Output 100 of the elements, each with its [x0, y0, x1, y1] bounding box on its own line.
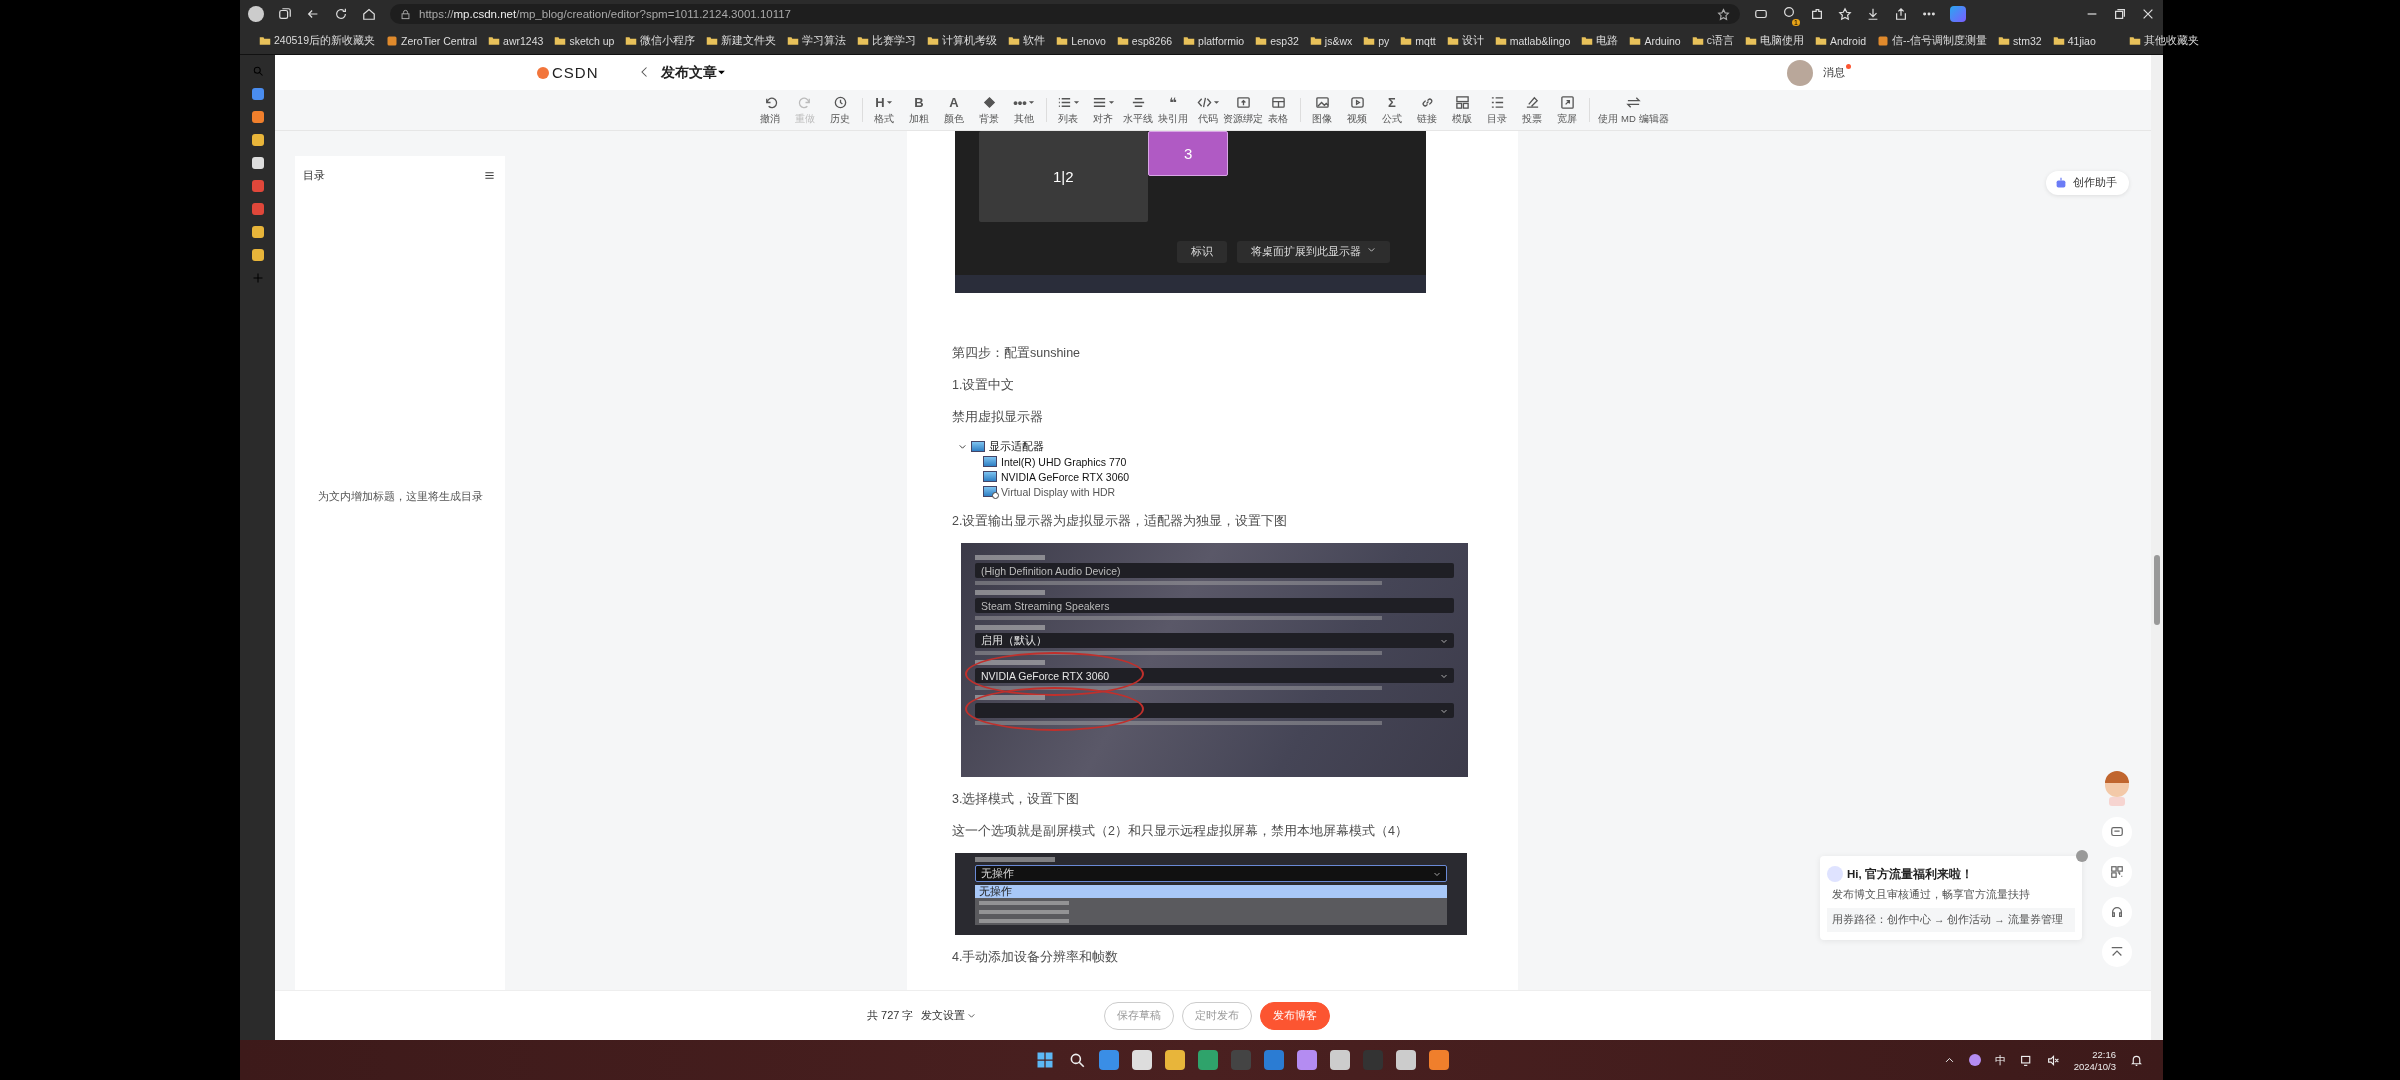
bookmark[interactable]: mqtt: [1400, 35, 1436, 47]
monitor-tile[interactable]: 3: [1148, 131, 1229, 177]
taskbar-app-icon[interactable]: [1198, 1050, 1218, 1070]
chevron-down-icon[interactable]: [958, 442, 967, 451]
bookmark[interactable]: 计算机考级: [927, 34, 998, 48]
logo[interactable]: CSDN: [552, 64, 599, 81]
tree-item[interactable]: Intel(R) UHD Graphics 770: [1001, 455, 1127, 468]
taskbar-app-icon[interactable]: [1330, 1050, 1350, 1070]
scrollbar[interactable]: [2151, 55, 2163, 1040]
toolbar-button[interactable]: H 格式: [866, 94, 902, 126]
bookmark[interactable]: 新建文件夹: [706, 34, 777, 48]
toolbar-button[interactable]: A 颜色: [936, 94, 972, 126]
bookmark[interactable]: js&wx: [1309, 35, 1353, 47]
bookmark[interactable]: 微信小程序: [625, 34, 696, 48]
bookmark[interactable]: 其他收藏夹: [2128, 34, 2199, 48]
toolbar-button[interactable]: 图像: [1304, 94, 1340, 126]
toolbar-button[interactable]: B 加粗: [901, 94, 937, 126]
toolbar-button[interactable]: 宽屏: [1549, 94, 1585, 126]
sidebar-app-icon[interactable]: [251, 134, 264, 146]
refresh-icon: [334, 7, 348, 21]
user-avatar[interactable]: [1787, 59, 1813, 86]
toolbar-button[interactable]: 链接: [1409, 94, 1445, 126]
clock[interactable]: 22:16 2024/10/3: [2073, 1048, 2116, 1072]
taskbar-app-icon[interactable]: [1165, 1050, 1185, 1070]
qr-code-button[interactable]: [2102, 857, 2132, 887]
messages-link[interactable]: 消息: [1823, 65, 1845, 80]
toolbar-button[interactable]: 资源绑定: [1225, 94, 1261, 126]
folder-icon: [1581, 35, 1594, 47]
taskbar-app-icon[interactable]: [1132, 1050, 1152, 1070]
toolbar-button[interactable]: Σ 公式: [1374, 94, 1410, 126]
input-method-indicator[interactable]: 中: [1994, 1052, 2006, 1068]
toolbar-button[interactable]: ❝ 块引用: [1155, 94, 1191, 126]
toolbar-button[interactable]: 对齐: [1085, 94, 1121, 126]
bookmark[interactable]: 41jiao: [2052, 35, 2096, 47]
bookmark[interactable]: sketch up: [554, 35, 615, 47]
toolbar-button[interactable]: 历史: [822, 94, 858, 126]
bookmark[interactable]: 240519后的新收藏夹: [259, 34, 376, 48]
taskbar-app-icon[interactable]: [1429, 1050, 1449, 1070]
bookmark[interactable]: Lenovo: [1056, 35, 1106, 47]
close-icon[interactable]: [2076, 850, 2088, 862]
monitor-tile[interactable]: 1|2: [978, 131, 1149, 222]
sidebar-app-icon[interactable]: [251, 226, 264, 238]
back-to-top-button[interactable]: [2102, 937, 2132, 967]
restore-icon: [2113, 7, 2127, 21]
copilot-icon[interactable]: [1950, 6, 1966, 22]
bookmark[interactable]: 电脑使用: [1744, 34, 1804, 48]
toolbar-button[interactable]: 视频: [1339, 94, 1375, 126]
toolbar-button[interactable]: 列表: [1050, 94, 1086, 126]
sidebar-app-icon[interactable]: [251, 111, 264, 123]
sidebar-app-icon[interactable]: [251, 88, 264, 100]
tray-app-icon[interactable]: [1968, 1054, 1981, 1066]
toolbar-button[interactable]: 投票: [1514, 94, 1550, 126]
tree-item[interactable]: NVIDIA GeForce RTX 3060: [1001, 470, 1130, 483]
toolbar-button[interactable]: 撤消: [752, 94, 788, 126]
bookmark[interactable]: 软件: [1008, 34, 1046, 48]
bookmark[interactable]: Android: [1814, 35, 1867, 47]
bookmark[interactable]: 学习算法: [787, 34, 847, 48]
bookmark[interactable]: c语言: [1691, 34, 1734, 48]
bookmark[interactable]: 信--信号调制度测量: [1877, 34, 1988, 48]
address-bar[interactable]: https://mp.csdn.net/mp_blog/creation/editor?spm=1011.2124.3001.10117: [390, 4, 1740, 24]
bookmark[interactable]: py: [1363, 35, 1390, 47]
toolbar-button[interactable]: 背景: [971, 94, 1007, 126]
taskbar-app-icon[interactable]: [1099, 1050, 1119, 1070]
taskbar-app-icon[interactable]: [1297, 1050, 1317, 1070]
publish-settings-link[interactable]: 发文设置: [921, 1008, 977, 1023]
folder-icon: [857, 35, 870, 47]
bookmark[interactable]: 比赛学习: [857, 34, 917, 48]
bookmark[interactable]: awr1243: [488, 35, 544, 47]
bookmark[interactable]: esp8266: [1116, 35, 1173, 47]
bookmark[interactable]: stm32: [1998, 35, 2042, 47]
bookmark[interactable]: ZeroTier Central: [386, 35, 478, 47]
star-icon: [1717, 7, 1730, 21]
tree-item[interactable]: 显示适配器: [989, 439, 1044, 454]
support-button[interactable]: [2102, 897, 2132, 927]
message-icon: [2110, 825, 2124, 839]
lock-icon: [400, 8, 411, 20]
bookmark[interactable]: platformio: [1183, 35, 1245, 47]
toolbar-button[interactable]: 目录: [1479, 94, 1515, 126]
toolbar-button[interactable]: 模版: [1444, 94, 1480, 126]
toolbar-button[interactable]: 水平线: [1120, 94, 1156, 126]
search-icon: [1068, 1051, 1086, 1069]
profile-icon[interactable]: [248, 6, 264, 22]
toolbar-button[interactable]: 使用 MD 编辑器: [1593, 94, 1674, 126]
page-title[interactable]: 发布文章: [660, 63, 717, 82]
sidebar-app-icon[interactable]: [251, 157, 264, 169]
screenshot-button[interactable]: 标识: [1177, 241, 1227, 263]
assistant-button[interactable]: 创作助手: [2046, 171, 2129, 195]
sidebar-app-icon[interactable]: [251, 249, 264, 261]
screenshot-button[interactable]: 将桌面扩展到此显示器: [1237, 241, 1390, 263]
feedback-button[interactable]: [2102, 817, 2132, 847]
bookmark[interactable]: 设计: [1446, 34, 1484, 48]
bookmark[interactable]: matlab&lingo: [1494, 35, 1571, 47]
bookmark[interactable]: 电路: [1581, 34, 1619, 48]
video-icon: [1349, 95, 1365, 110]
bookmark[interactable]: Arduino: [1629, 35, 1681, 47]
taskbar-app-icon[interactable]: [1396, 1050, 1416, 1070]
taskbar-app-icon[interactable]: [1264, 1050, 1284, 1070]
bookmark[interactable]: esp32: [1255, 35, 1299, 47]
image-icon: [1314, 95, 1330, 110]
toolbar-button[interactable]: ••• 其他: [1006, 94, 1042, 126]
